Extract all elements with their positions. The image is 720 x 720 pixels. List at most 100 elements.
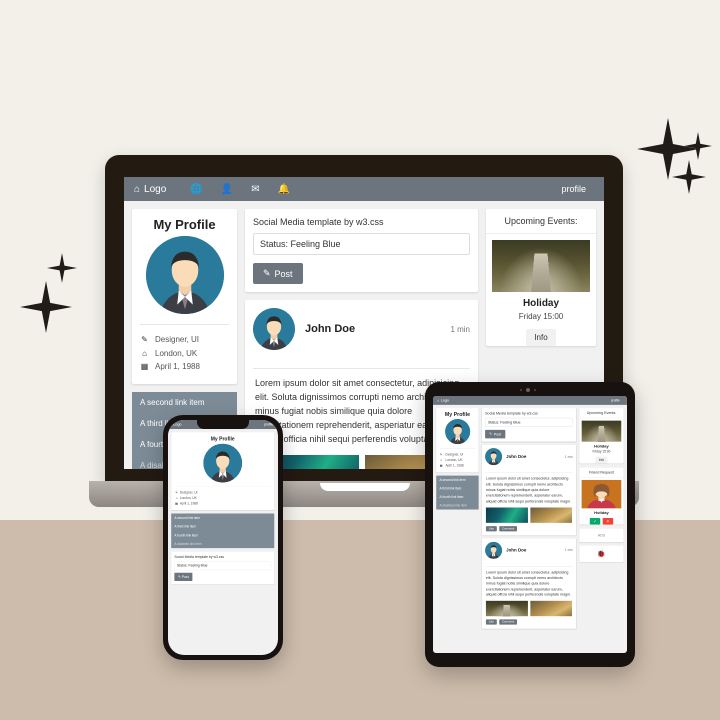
- meta-row: ▦ April 1, 1988: [439, 463, 475, 468]
- laptop-notch: [320, 483, 410, 491]
- profile-card: My Profile ✎ Designer, UI ⌂ London, UK ▦…: [171, 432, 275, 511]
- composer-heading: Social Media template by w3.css: [253, 217, 384, 227]
- page-title: My Profile: [210, 435, 235, 442]
- envelope-icon[interactable]: ✉: [251, 184, 259, 195]
- post-actions: Like Comment: [482, 525, 576, 535]
- friend-request-card: Friend Request Holiday ✓ ✕: [579, 467, 624, 525]
- navbar-profile-link[interactable]: profile: [264, 423, 277, 427]
- post-button[interactable]: ✎ Post: [253, 263, 303, 284]
- ads-label: ADS: [597, 533, 606, 538]
- check-icon[interactable]: ✓: [589, 518, 601, 525]
- navbar-brand[interactable]: ⌂ Logo: [124, 184, 176, 195]
- event-image-forest-bridge[interactable]: [492, 240, 590, 292]
- event-name: Holiday: [594, 444, 609, 449]
- like-button[interactable]: Like: [485, 619, 497, 625]
- friend-request-actions: ✓ ✕: [579, 518, 623, 525]
- page-content: My Profile ✎ Designer, UI ⌂ London, UK ▦…: [433, 404, 627, 633]
- list-item[interactable]: A third link item: [436, 484, 478, 492]
- list-item[interactable]: A fourth link item: [436, 492, 478, 500]
- post-image-aurora[interactable]: [485, 507, 528, 523]
- avatar-illustration: [203, 443, 243, 483]
- bug-icon: 🐞: [596, 549, 606, 558]
- upcoming-events-title: Upcoming Events:: [486, 209, 596, 234]
- profile-card: My Profile ✎ Designer, UI ⌂ London, UK ▦…: [132, 209, 237, 384]
- status-input[interactable]: Status: Feeling Blue: [253, 233, 470, 255]
- ads-card: ADS: [579, 528, 624, 543]
- post-button[interactable]: ✎ Post: [174, 572, 193, 582]
- user-icon[interactable]: 👤: [221, 184, 233, 195]
- composer-heading: Social Media template by w3.css: [485, 411, 538, 416]
- navbar-brand-label: Logo: [144, 183, 167, 195]
- navbar-brand[interactable]: ⌂ Logo: [168, 423, 184, 427]
- navbar-brand[interactable]: ⌂ Logo: [433, 398, 453, 402]
- feed-post-card-2: John Doe 1 min Lorem ipsum dolor sit ame…: [481, 538, 577, 629]
- calendar-icon: ▦: [140, 362, 149, 372]
- avatar: [444, 419, 470, 445]
- profile-meta: ✎ Designer, UI ⌂ London, UK ▦ April 1, 1988: [171, 490, 274, 510]
- navbar: ⌂ Logo 🌐 👤 ✉ 🔔 profile: [124, 177, 604, 201]
- navbar-profile-link[interactable]: profile: [611, 399, 627, 403]
- post-body: Lorem ipsum dolor sit amet consectetur, …: [485, 476, 571, 503]
- status-input[interactable]: Status: Feeling Blue: [485, 417, 573, 427]
- comment-button[interactable]: Comment: [499, 525, 518, 532]
- post-button-label: Post: [274, 268, 293, 279]
- upcoming-events-card: Upcoming Events: Holiday Friday 15:00 In…: [579, 408, 624, 464]
- left-column: My Profile ✎ Designer, UI ⌂ London, UK ▦…: [436, 408, 479, 629]
- comment-button[interactable]: Comment: [499, 619, 518, 625]
- event-image-forest-bridge[interactable]: [581, 420, 622, 442]
- list-item[interactable]: A second link item: [171, 514, 274, 523]
- meta-location: London, UK: [155, 348, 198, 358]
- post-time: 1 min: [564, 548, 573, 553]
- navbar-profile-link[interactable]: profile: [561, 184, 604, 194]
- list-item[interactable]: A third link item: [171, 522, 274, 531]
- list-item[interactable]: A second link item: [436, 475, 478, 483]
- page-content: My Profile ✎ Designer, UI ⌂ London, UK ▦…: [168, 429, 278, 588]
- post-images: [482, 600, 576, 620]
- home-icon: ⌂: [134, 183, 141, 195]
- post-time: 1 min: [450, 324, 470, 334]
- phone-screen: ⌂ Logo profile My Profile ✎ Designer, UI…: [168, 420, 278, 655]
- post-image-forest[interactable]: [485, 600, 528, 617]
- tablet-mockup: ⌂ Logo profile My Profile ✎ Designer, UI…: [425, 382, 635, 667]
- right-column: Upcoming Events: Holiday Friday 15:00 In…: [579, 408, 624, 629]
- page-title: My Profile: [153, 217, 216, 232]
- post-image-canyon[interactable]: [530, 507, 572, 523]
- globe-icon[interactable]: 🌐: [190, 184, 202, 195]
- bell-icon[interactable]: 🔔: [278, 184, 290, 195]
- tablet-camera: [520, 388, 542, 392]
- middle-column: Social Media template by w3.css Status: …: [481, 408, 577, 629]
- meta-row: ▦ April 1, 1988: [175, 501, 271, 506]
- avatar-illustration: [253, 308, 295, 350]
- post-author: John Doe: [506, 454, 527, 460]
- navbar-brand-label: Logo: [173, 422, 182, 427]
- meta-row: ▦ April 1, 1988: [140, 360, 229, 374]
- list-item[interactable]: A fourth link item: [171, 531, 274, 540]
- friend-illustration: [581, 480, 622, 509]
- post-author: John Doe: [506, 547, 527, 553]
- post-button-label: Post: [181, 575, 189, 579]
- home-icon: ⌂: [437, 398, 440, 403]
- event-info-button[interactable]: Info: [595, 456, 608, 464]
- post-author: John Doe: [305, 323, 356, 335]
- friend-photo[interactable]: [581, 480, 622, 509]
- phone-notch: [197, 420, 249, 429]
- pencil-icon: ✎: [178, 575, 181, 580]
- post-header: John Doe 1 min: [482, 445, 576, 468]
- like-button[interactable]: Like: [485, 525, 497, 532]
- list-item[interactable]: A second link item: [132, 392, 237, 413]
- avatar-illustration: [485, 448, 503, 466]
- post-time: 1 min: [564, 454, 573, 459]
- post-image-canyon[interactable]: [530, 600, 572, 617]
- close-icon[interactable]: ✕: [602, 518, 614, 525]
- status-input[interactable]: Status: Feeling Blue: [174, 561, 272, 571]
- pencil-icon: ✎: [141, 335, 148, 344]
- avatar: [485, 448, 503, 466]
- event-info-button[interactable]: Info: [526, 329, 556, 346]
- post-button[interactable]: ✎ Post: [485, 429, 506, 439]
- composer-card: Social Media template by w3.css Status: …: [481, 408, 577, 442]
- tablet-screen: ⌂ Logo profile My Profile ✎ Designer, UI…: [433, 396, 627, 653]
- divider: [253, 368, 470, 369]
- upcoming-events-title: Upcoming Events:: [579, 408, 624, 419]
- avatar-illustration: [485, 541, 503, 559]
- event-time: Friday 15:00: [592, 449, 611, 454]
